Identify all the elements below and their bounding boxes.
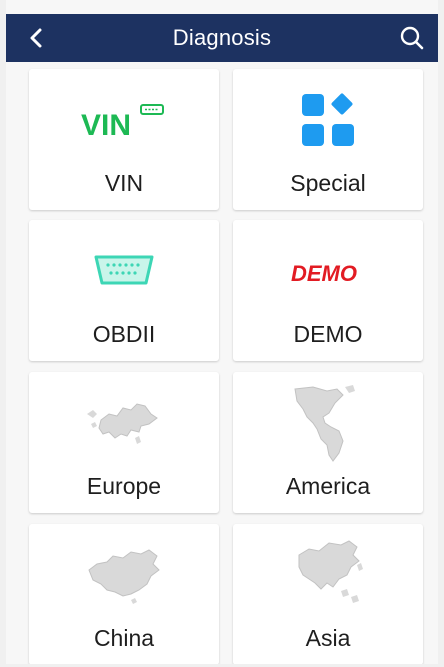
tile-vin[interactable]: VIN VIN: [29, 69, 219, 210]
tile-america[interactable]: America: [233, 372, 423, 513]
tile-europe-label: Europe: [86, 472, 162, 499]
tile-china[interactable]: China: [29, 524, 219, 665]
tile-obdii[interactable]: OBDII: [29, 220, 219, 361]
tile-special-label: Special: [290, 169, 366, 196]
svg-text:DEMO: DEMO: [291, 261, 357, 286]
vin-icon: VIN: [29, 87, 219, 153]
europe-map-icon: [29, 390, 219, 456]
special-grid-icon: [233, 87, 423, 153]
tile-obdii-label: OBDII: [92, 320, 156, 347]
svg-text:VIN: VIN: [81, 109, 131, 142]
china-map-icon: [29, 542, 219, 608]
tile-america-label: America: [285, 472, 371, 499]
tile-europe[interactable]: Europe: [29, 372, 219, 513]
tile-asia-label: Asia: [305, 624, 351, 651]
tile-special[interactable]: Special: [233, 69, 423, 210]
demo-icon: DEMO: [233, 238, 423, 304]
tile-china-label: China: [93, 624, 155, 651]
america-map-icon: [233, 385, 423, 462]
obd-connector-icon: [29, 238, 219, 304]
tile-demo[interactable]: DEMO DEMO: [233, 220, 423, 361]
tile-asia[interactable]: Asia: [233, 524, 423, 665]
diagnosis-grid: VIN VIN Special OBDII DEMO DEMO Europe A…: [0, 0, 444, 667]
tile-vin-label: VIN: [104, 169, 144, 196]
tile-demo-label: DEMO: [293, 320, 363, 347]
asia-map-icon: [233, 540, 423, 608]
